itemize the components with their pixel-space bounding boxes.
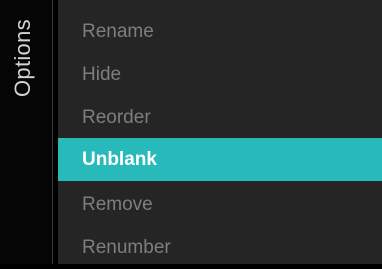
menu-item-renumber[interactable]: Renumber (58, 226, 382, 269)
options-side-panel: Options (0, 0, 52, 264)
menu-item-unblank[interactable]: Unblank (58, 138, 382, 181)
options-menu: Rename Hide Reorder Unblank Remove Renum… (58, 0, 382, 264)
panel-divider (52, 0, 53, 264)
options-panel-title: Options (10, 19, 35, 97)
menu-item-hide[interactable]: Hide (58, 53, 382, 96)
menu-item-reorder[interactable]: Reorder (58, 96, 382, 139)
menu-item-remove[interactable]: Remove (58, 183, 382, 226)
menu-item-rename[interactable]: Rename (58, 10, 382, 53)
